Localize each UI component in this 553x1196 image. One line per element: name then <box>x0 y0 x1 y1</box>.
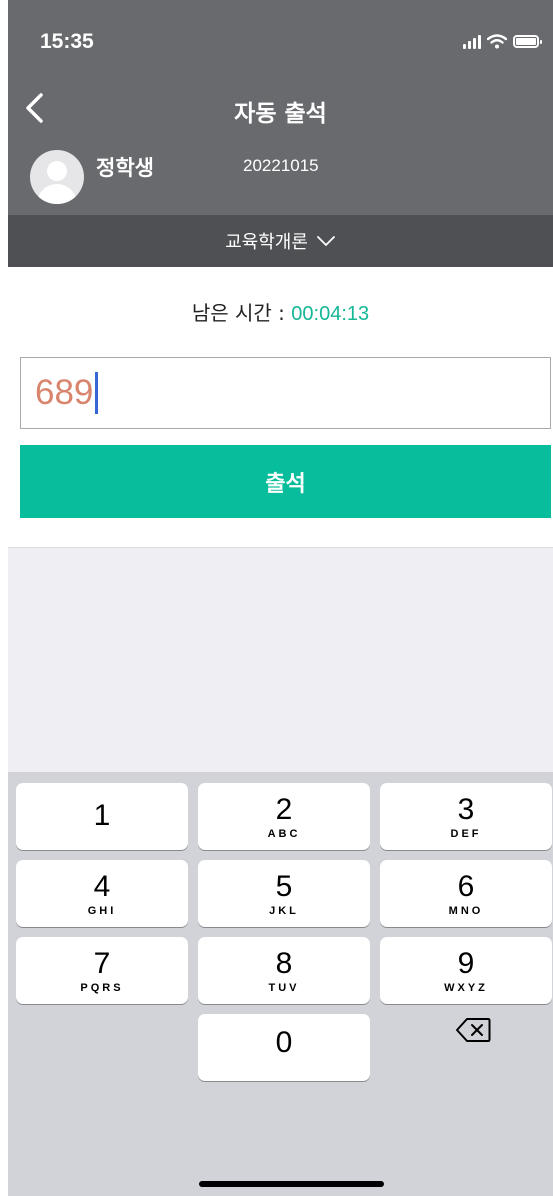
attendance-code-value: 689 <box>35 373 94 412</box>
key-digit: 0 <box>275 1025 293 1059</box>
key-digit: 6 <box>457 869 475 903</box>
key-digit: 7 <box>93 946 111 980</box>
key-5[interactable]: 5 JKL <box>198 860 370 927</box>
key-letters: MNO <box>448 904 484 917</box>
key-8[interactable]: 8 TUV <box>198 937 370 1004</box>
key-letters: WXYZ <box>444 981 488 994</box>
key-letters: GHI <box>87 904 117 917</box>
key-7[interactable]: 7 PQRS <box>16 937 188 1004</box>
signal-icon <box>463 34 481 49</box>
key-digit: 2 <box>275 792 293 826</box>
remaining-time: 남은 시간 : 00:04:13 <box>8 297 553 326</box>
status-bar: 15:35 <box>8 0 553 80</box>
key-9[interactable]: 9 WXYZ <box>380 937 552 1004</box>
home-indicator <box>199 1181 384 1187</box>
header: 15:35 자동 출석 정학생 20221015 <box>8 0 553 215</box>
avatar <box>30 150 84 204</box>
text-caret <box>95 372 99 414</box>
key-letters: TUV <box>268 981 300 994</box>
course-name: 교육학개론 <box>225 232 308 253</box>
key-letters: ABC <box>267 827 301 840</box>
key-letters: JKL <box>269 904 299 917</box>
key-0[interactable]: 0 <box>198 1014 370 1081</box>
key-digit: 5 <box>275 869 293 903</box>
key-digit: 1 <box>93 798 111 832</box>
wifi-icon <box>487 33 507 48</box>
key-letters: PQRS <box>80 981 124 994</box>
key-digit: 9 <box>457 946 475 980</box>
key-2[interactable]: 2 ABC <box>198 783 370 850</box>
status-time: 15:35 <box>40 30 94 53</box>
numeric-keypad: 1 2 ABC 3 DEF 4 GHI 5 JKL 6 MNO 7 PQRS 8 <box>8 772 553 1196</box>
attendance-panel: 남은 시간 : 00:04:13 689 출석 <box>8 267 553 548</box>
page-title: 자동 출석 <box>234 101 327 127</box>
battery-icon <box>513 34 542 48</box>
backspace-icon[interactable] <box>455 1017 491 1043</box>
key-letters: DEF <box>450 827 482 840</box>
student-id: 20221015 <box>243 156 319 175</box>
app-screen: 15:35 자동 출석 정학생 20221015 교육학개론 남은 시간: 0… <box>8 0 553 1196</box>
key-4[interactable]: 4 GHI <box>16 860 188 927</box>
remaining-time-value: 00:04:13 <box>291 303 370 325</box>
key-digit: 3 <box>457 792 475 826</box>
attendance-code-input[interactable]: 689 <box>20 357 551 429</box>
attend-button[interactable]: 출석 <box>20 445 551 518</box>
key-digit: 8 <box>275 946 293 980</box>
status-icons <box>463 32 542 50</box>
chevron-down-icon <box>317 236 335 246</box>
student-name: 정학생 <box>96 156 154 180</box>
key-1[interactable]: 1 <box>16 783 188 850</box>
remaining-time-label: 남은 시간 : <box>191 301 292 325</box>
key-digit: 4 <box>93 869 111 903</box>
key-3[interactable]: 3 DEF <box>380 783 552 850</box>
key-6[interactable]: 6 MNO <box>380 860 552 927</box>
course-selector[interactable]: 교육학개론 <box>8 215 553 267</box>
